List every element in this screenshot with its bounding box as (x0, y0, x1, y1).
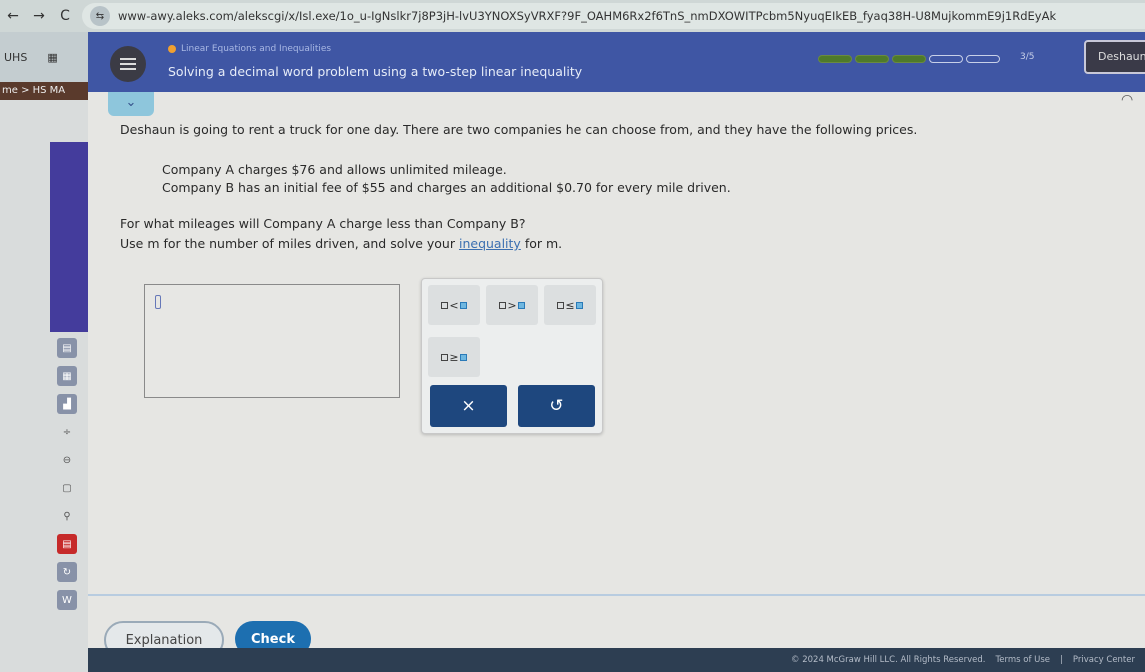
lesson-title: Solving a decimal word problem using a t… (168, 64, 583, 79)
key-less-than[interactable]: < (428, 285, 480, 325)
minus-circle-icon[interactable]: ⊖ (57, 450, 77, 470)
progress-segment (855, 55, 889, 63)
key-less-equal[interactable]: ≤ (544, 285, 596, 325)
left-accent (50, 142, 88, 332)
apps-grid-icon[interactable]: ▦ (47, 51, 57, 64)
link-icon[interactable]: ⚲ (57, 506, 77, 526)
bookmarks-bar: UHS ▦ (0, 32, 90, 82)
clipboard-icon[interactable]: ▢ (57, 478, 77, 498)
forward-icon[interactable]: → (26, 8, 52, 24)
text-cursor (155, 295, 161, 309)
progress-label: 3/5 (1020, 52, 1035, 62)
bookmark-uhs[interactable]: UHS (4, 51, 27, 64)
terms-link[interactable]: Terms of Use (996, 655, 1051, 665)
worksheet-icon[interactable]: ▦ (57, 366, 77, 386)
context-icon[interactable]: ◠ (1121, 92, 1145, 116)
refresh-icon[interactable]: ↻ (57, 562, 77, 582)
topic-dot-icon (168, 45, 176, 53)
address-bar[interactable]: ⇆ www-awy.aleks.com/alekscgi/x/Isl.exe/1… (82, 3, 1145, 29)
question-instruction: Use m for the number of miles driven, an… (120, 236, 563, 251)
progress-segment (966, 55, 1000, 63)
reload-icon[interactable]: C (52, 8, 78, 24)
site-settings-icon[interactable]: ⇆ (90, 6, 110, 26)
breadcrumb[interactable]: me > HS MA (0, 82, 90, 100)
inequality-link[interactable]: inequality (459, 236, 521, 251)
gradebook-icon[interactable]: ▤ (57, 338, 77, 358)
back-icon[interactable]: ← (0, 8, 26, 24)
user-button[interactable]: Deshaune (1084, 40, 1145, 74)
key-greater-than[interactable]: > (486, 285, 538, 325)
progress-bar (818, 55, 1000, 63)
divider (88, 594, 1145, 596)
lesson-header: Linear Equations and Inequalities Solvin… (88, 32, 1145, 92)
divide-icon[interactable]: ÷ (57, 422, 77, 442)
company-b-text: Company B has an initial fee of $55 and … (162, 180, 731, 195)
copyright-text: © 2024 McGraw Hill LLC. All Rights Reser… (791, 655, 986, 665)
progress-segment (929, 55, 963, 63)
question-prompt: For what mileages will Company A charge … (120, 216, 526, 231)
answer-input[interactable] (144, 284, 400, 398)
question-intro: Deshaun is going to rent a truck for one… (120, 122, 918, 137)
progress-segment (818, 55, 852, 63)
url-text[interactable]: www-awy.aleks.com/alekscgi/x/Isl.exe/1o_… (118, 9, 1056, 23)
footer: © 2024 McGraw Hill LLC. All Rights Reser… (88, 648, 1145, 672)
question-area: ⌄ ◠ Deshaun is going to rent a truck for… (88, 92, 1145, 672)
collapse-chevron-icon[interactable]: ⌄ (108, 92, 154, 116)
inequality-keypad: < > ≤ ≥ × ↺ (421, 278, 603, 434)
company-a-text: Company A charges $76 and allows unlimit… (162, 162, 507, 177)
privacy-link[interactable]: Privacy Center (1073, 655, 1135, 665)
browser-toolbar: ← → C ⇆ www-awy.aleks.com/alekscgi/x/Isl… (0, 0, 1145, 32)
chart-icon[interactable]: ▟ (57, 394, 77, 414)
tool-strip: ▤ ▦ ▟ ÷ ⊖ ▢ ⚲ ▤ ↻ W (54, 338, 80, 610)
undo-button[interactable]: ↺ (518, 385, 595, 427)
key-greater-equal[interactable]: ≥ (428, 337, 480, 377)
topic-label: Linear Equations and Inequalities (168, 44, 331, 54)
progress-segment (892, 55, 926, 63)
ebook-icon[interactable]: ▤ (57, 534, 77, 554)
clear-button[interactable]: × (430, 385, 507, 427)
word-icon[interactable]: W (57, 590, 77, 610)
menu-button[interactable] (110, 46, 146, 82)
